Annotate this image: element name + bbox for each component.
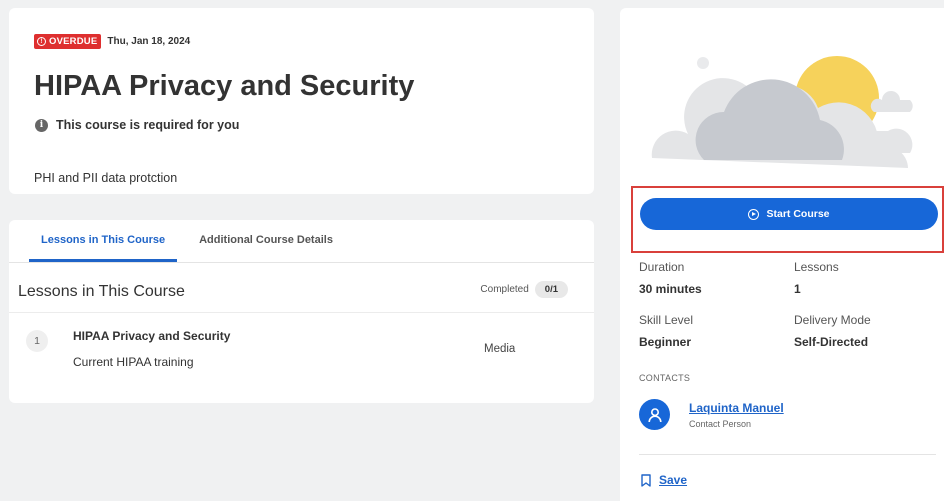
save-label: Save — [659, 473, 688, 487]
completed-count: 0/1 — [534, 281, 568, 298]
delivery-mode-value: Self-Directed — [794, 335, 869, 349]
required-notice: i This course is required for you — [35, 118, 239, 132]
start-course-button[interactable]: Start Course — [640, 198, 938, 230]
completed-label: Completed — [480, 284, 529, 295]
lesson-title[interactable]: HIPAA Privacy and Security — [73, 329, 230, 343]
sidebar-divider — [639, 454, 936, 455]
duration-label: Duration — [639, 260, 685, 274]
course-sidebar: Start Course Duration 30 minutes Lessons… — [620, 8, 944, 501]
lessons-card: Lessons in This Course Additional Course… — [9, 220, 594, 403]
tab-lessons[interactable]: Lessons in This Course — [29, 220, 178, 262]
due-status-row: ! OVERDUE Thu, Jan 18, 2024 — [34, 34, 190, 49]
lessons-count-label: Lessons — [794, 260, 839, 274]
course-header-card: ! OVERDUE Thu, Jan 18, 2024 HIPAA Privac… — [9, 8, 594, 194]
avatar — [639, 399, 670, 430]
lessons-count-value: 1 — [794, 282, 801, 296]
lesson-number: 1 — [26, 330, 48, 352]
skill-level-value: Beginner — [639, 335, 692, 349]
bookmark-icon — [641, 473, 651, 487]
duration-value: 30 minutes — [639, 282, 702, 296]
page-title: HIPAA Privacy and Security — [34, 70, 415, 102]
start-course-highlight: Start Course — [631, 186, 944, 253]
lessons-heading: Lessons in This Course — [18, 283, 185, 300]
overdue-badge: ! OVERDUE — [34, 34, 102, 49]
info-icon: i — [35, 118, 48, 132]
due-date: Thu, Jan 18, 2024 — [107, 36, 191, 47]
contacts-heading: CONTACTS — [639, 373, 691, 383]
tab-additional-details[interactable]: Additional Course Details — [187, 220, 345, 262]
lesson-type: Media — [484, 343, 516, 355]
skill-level-label: Skill Level — [639, 313, 694, 327]
play-circle-icon — [748, 208, 760, 220]
delivery-mode-label: Delivery Mode — [794, 313, 871, 327]
tab-divider — [9, 262, 594, 263]
contact-role: Contact Person — [689, 419, 752, 429]
tab-bar: Lessons in This Course Additional Course… — [29, 220, 345, 262]
required-text: This course is required for you — [56, 118, 240, 132]
lesson-subtitle: Current HIPAA training — [73, 355, 194, 369]
save-button[interactable]: Save — [641, 473, 687, 487]
course-description: PHI and PII data protction — [34, 171, 178, 185]
overdue-label: OVERDUE — [49, 36, 98, 47]
alert-circle-icon: ! — [37, 37, 46, 46]
contact-name-link[interactable]: Laquinta Manuel — [689, 401, 784, 415]
lesson-item[interactable]: 1 HIPAA Privacy and Security Current HIP… — [9, 313, 594, 383]
start-course-label: Start Course — [766, 208, 830, 220]
weather-illustration — [651, 56, 913, 168]
completion-status: Completed 0/1 — [480, 281, 568, 298]
person-icon — [647, 407, 662, 422]
